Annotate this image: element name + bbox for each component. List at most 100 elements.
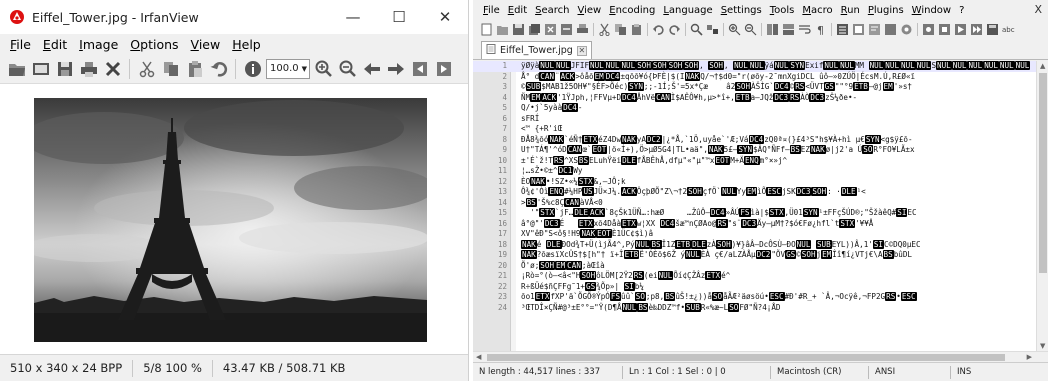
np-menu-tools[interactable]: Tools — [766, 5, 799, 16]
copy-icon[interactable] — [160, 58, 181, 79]
show-all-chars-icon[interactable]: ¶ — [813, 22, 828, 37]
editor-line[interactable]: 17 XV"êÐ"S<ô§!H9NAK EOTÈ1ÜC¢$ì)â — [473, 229, 1036, 240]
menu-help[interactable]: Help — [226, 37, 267, 52]
editor-line[interactable]: 9 U†"TÁ¶'^óDCANœ`EOT|ö«Í+),Ö>µØ5G4|TL•aä"… — [473, 145, 1036, 156]
menu-options[interactable]: Options — [124, 37, 184, 52]
vertical-scroll-thumb[interactable] — [1039, 73, 1047, 273]
print-icon[interactable] — [78, 58, 99, 79]
menu-view[interactable]: View — [185, 37, 227, 52]
save-icon[interactable] — [54, 58, 75, 79]
vertical-scrollbar[interactable]: ▲ ▼ — [1036, 61, 1048, 351]
np-menu-run[interactable]: Run — [837, 5, 864, 16]
run-macro-multiple-icon[interactable] — [969, 22, 984, 37]
paste-icon[interactable] — [629, 22, 644, 37]
zoom-in-icon[interactable] — [727, 22, 742, 37]
previous-icon[interactable] — [361, 58, 382, 79]
language-icon[interactable] — [851, 22, 866, 37]
close-file-icon[interactable] — [543, 22, 558, 37]
editor-line[interactable]: 23 õo1ETXfXP'ä`ÕGÕ®ÝpÓFSûû`SO;p8,BSûŠ!±¿)… — [473, 292, 1036, 303]
open-file-icon[interactable] — [495, 22, 510, 37]
paste-icon[interactable] — [184, 58, 205, 79]
scroll-right-icon[interactable]: ▶ — [1027, 353, 1032, 361]
editor-line[interactable]: 18 NAKé DLEÐOd¾T+Ü(ìjÃ4^,PýNUL BSÎ1ZETB DLE… — [473, 239, 1036, 251]
redo-icon[interactable] — [667, 22, 682, 37]
copy-icon[interactable] — [613, 22, 628, 37]
maximize-button[interactable]: ☐ — [376, 0, 422, 34]
zoom-in-icon[interactable] — [313, 58, 334, 79]
sync-vertical-icon[interactable] — [765, 22, 780, 37]
info-icon[interactable] — [242, 58, 263, 79]
editor-line[interactable]: 16 â°@"'DC3É ETXxõ4DåàETXw¦XX DC4šæ™nÇØAo… — [473, 218, 1036, 230]
horizontal-scrollbar[interactable]: ◀ ▶ — [473, 351, 1048, 362]
document-map-icon[interactable] — [867, 22, 882, 37]
scroll-down-icon[interactable]: ▼ — [1040, 342, 1045, 350]
monitoring-icon[interactable] — [899, 22, 914, 37]
editor-line[interactable]: 11 ¦…sŽ•©±^DC1Wy — [473, 166, 1036, 177]
cut-icon[interactable] — [597, 22, 612, 37]
record-macro-icon[interactable] — [921, 22, 936, 37]
close-button[interactable]: ✕ — [422, 0, 468, 34]
function-list-icon[interactable] — [883, 22, 898, 37]
new-file-icon[interactable] — [479, 22, 494, 37]
print-icon[interactable] — [575, 22, 590, 37]
indent-guide-icon[interactable] — [835, 22, 850, 37]
first-icon[interactable] — [409, 58, 430, 79]
abc-spellcheck-icon[interactable]: abc — [1001, 22, 1016, 37]
np-menu-edit[interactable]: Edit — [504, 5, 531, 16]
undo-icon[interactable] — [208, 58, 229, 79]
word-wrap-icon[interactable] — [797, 22, 812, 37]
zoom-out-icon[interactable] — [743, 22, 758, 37]
editor-line[interactable]: 22 R÷ßÜé$ñÇFFg˜1+GS¾Õp»| SIb¼ — [473, 281, 1036, 293]
editor-line[interactable]: 2 Å° dCAN¨ACK>ôåõEM DC4±qõõ¥ó{ÞFÈ|$(INAKQ/… — [473, 71, 1036, 83]
close-all-icon[interactable] — [559, 22, 574, 37]
editor-line[interactable]: 8 ÐÅ8¾õóNAK`éÑ†ETXéZ4DwNAKyADC2|¿*Å,`1Ö,u… — [473, 134, 1036, 146]
image-canvas[interactable] — [0, 84, 468, 354]
text-editor[interactable]: 1 ÿØÿàNUL NULJFIFNUL NUL NUL SOH SOH SOH SOH, SO… — [473, 61, 1036, 351]
undo-icon[interactable] — [651, 22, 666, 37]
cut-icon[interactable] — [136, 58, 157, 79]
np-menu-plugins[interactable]: Plugins — [864, 5, 908, 16]
np-close-button[interactable]: X — [1034, 3, 1042, 16]
np-menu-help[interactable]: ? — [955, 5, 968, 16]
horizontal-scroll-thumb[interactable] — [487, 354, 1005, 361]
next-icon[interactable] — [385, 58, 406, 79]
find-icon[interactable] — [689, 22, 704, 37]
editor-line[interactable]: 19 NAK?õæsïXcÛS†$[h"† ï+ÎETBË'ÓÈõ$6Ž ýNUL… — [473, 250, 1036, 261]
open-folder-icon[interactable] — [6, 58, 27, 79]
editor-line[interactable]: 21 ¡Rò=°(ò–<â<"HSOHôLÖM[2Ÿ2RS(eiNULÕí¢ÇŽÂ… — [473, 271, 1036, 282]
last-icon[interactable] — [433, 58, 454, 79]
replace-icon[interactable] — [705, 22, 720, 37]
editor-line[interactable]: 12 ÈONAK•!SZ•«¼STX&,–JÔ;k — [473, 176, 1036, 188]
editor-line[interactable]: 24 ³ŒTDÎ×ÇÑ#@³±E°°="Ÿ(D¶ÅNUL BSè‰DDZ™f•SUB… — [473, 302, 1036, 314]
menu-edit[interactable]: Edit — [37, 37, 73, 52]
irfanview-title-bar[interactable]: Eiffel_Tower.jpg - IrfanView — ☐ ✕ — [0, 0, 468, 34]
editor-line[interactable]: 4 ÑMEM ACK'1ŸJph,¦FFVµ+DDC4ÅhVëCANÌ$AÊÔ¥h,… — [473, 92, 1036, 104]
np-menu-search[interactable]: Search — [531, 5, 573, 16]
scroll-up-icon[interactable]: ▲ — [1040, 62, 1045, 70]
editor-line[interactable]: 13 Ô¾¢'ÒìENQ#¼HPUSJÜ×J¼.ACKÔçþØÕ"Z\¬†2SOH… — [473, 187, 1036, 198]
delete-icon[interactable] — [102, 58, 123, 79]
editor-line[interactable]: 15 '"STX`jF…DLE ACK`8çŠk1ÜÑ…:hæØ …ŽûÔ–DC4… — [473, 208, 1036, 219]
minimize-button[interactable]: — — [330, 0, 376, 34]
np-menu-window[interactable]: Window — [908, 5, 955, 16]
editor-line[interactable]: 10 ±'É`ž!TRS^XSBSELuhŸëiDLEfÅBÊhÅ,dfµ"«"µ… — [473, 155, 1036, 167]
stop-macro-icon[interactable] — [937, 22, 952, 37]
menu-image[interactable]: Image — [73, 37, 124, 52]
np-menu-macro[interactable]: Macro — [798, 5, 836, 16]
editor-line[interactable]: 1 ÿØÿàNUL NULJFIFNUL NUL NUL SOH SOH SOH SOH, SO… — [473, 61, 1036, 72]
zoom-select[interactable]: 100.0 ▼ — [266, 58, 310, 79]
zoom-out-icon[interactable] — [337, 58, 358, 79]
np-menu-settings[interactable]: Settings — [717, 5, 766, 16]
play-macro-icon[interactable] — [953, 22, 968, 37]
editor-line[interactable]: 3 ©SUB$MAB1ž5OH¥"§ÉF>Õéc)SYN;;-1Í;Š'=5x*Ç… — [473, 82, 1036, 93]
save-icon[interactable] — [511, 22, 526, 37]
save-macro-icon[interactable] — [985, 22, 1000, 37]
editor-line[interactable]: 5 Q/•j`5yààDC4- — [473, 103, 1036, 114]
tab-eiffel-tower-jpg[interactable]: Eiffel_Tower.jpg ✕ — [481, 41, 592, 59]
editor-line[interactable]: 20 Õ'ø;SOH EM CAN;àŒîà — [473, 260, 1036, 272]
np-menu-language[interactable]: Language — [659, 5, 716, 16]
tab-close-icon[interactable]: ✕ — [576, 45, 587, 56]
save-all-icon[interactable] — [527, 22, 542, 37]
menu-file[interactable]: File — [4, 37, 37, 52]
slideshow-icon[interactable] — [30, 58, 51, 79]
